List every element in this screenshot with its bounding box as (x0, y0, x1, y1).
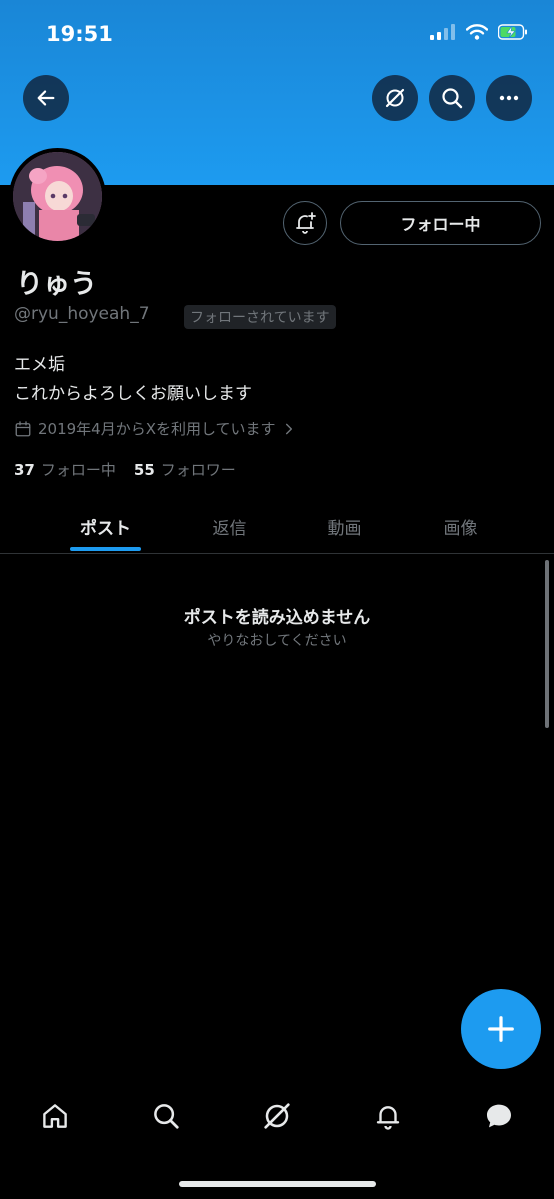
battery-charging-icon (498, 24, 527, 40)
profile-name: りゅう (16, 269, 97, 300)
profile-tabs: ポスト 返信 動画 画像 (0, 500, 554, 554)
followers-label: フォロワー (160, 461, 236, 479)
empty-state-title: ポストを読み込めません (183, 608, 371, 628)
nav-notifications[interactable] (358, 1086, 418, 1146)
follows-you-badge: フォローされています (184, 305, 336, 329)
avatar[interactable] (9, 148, 106, 245)
search-button[interactable] (429, 75, 475, 121)
arrow-left-icon (37, 90, 55, 106)
back-button[interactable] (23, 75, 69, 121)
search-icon (442, 88, 463, 109)
bell-icon (376, 1106, 399, 1130)
notify-button[interactable] (283, 201, 327, 245)
more-icon (499, 95, 519, 101)
tab-images[interactable]: 画像 (403, 500, 518, 553)
bio-line: これからよろしくお願いします (14, 384, 252, 404)
empty-state-subtitle: やりなおしてください (207, 633, 347, 649)
calendar-icon (15, 420, 31, 436)
profile-handle: @ryu_hoyeah_7 (14, 304, 150, 324)
home-icon (43, 1104, 68, 1128)
tab-active-indicator (70, 547, 141, 551)
following-button[interactable]: フォロー中 (340, 201, 541, 245)
followers-count: 55 (133, 461, 155, 479)
follow-stats: 37 フォロー中 55 フォロワー (14, 459, 236, 480)
grok-icon (385, 88, 405, 108)
chevron-right-icon (285, 423, 292, 434)
avatar-image (13, 152, 102, 241)
more-button[interactable] (486, 75, 532, 121)
tab-posts[interactable]: ポスト (48, 500, 163, 553)
chat-bubble-icon (486, 1104, 511, 1128)
nav-grok[interactable] (247, 1086, 307, 1146)
plus-icon (488, 1016, 514, 1042)
following-label: フォロー中 (40, 461, 116, 479)
scrollbar[interactable] (545, 560, 549, 728)
joined-info[interactable]: 2019年4月からXを利用しています (14, 418, 296, 439)
joined-text: 2019年4月からXを利用しています (38, 420, 276, 438)
compose-button[interactable] (461, 989, 541, 1069)
cellular-signal-icon (430, 24, 455, 40)
following-link[interactable]: 37 フォロー中 (14, 459, 116, 480)
followers-link[interactable]: 55 フォロワー (134, 459, 236, 480)
wifi-icon (466, 24, 488, 40)
bio-line: エメ垢 (14, 355, 65, 375)
status-icons (430, 24, 528, 40)
nav-search[interactable] (136, 1086, 196, 1146)
grok-icon (264, 1103, 290, 1129)
bottom-nav (0, 1084, 554, 1148)
nav-home[interactable] (25, 1086, 85, 1146)
search-icon (154, 1104, 179, 1129)
tab-videos[interactable]: 動画 (287, 500, 402, 553)
tab-replies[interactable]: 返信 (172, 500, 287, 553)
home-indicator[interactable] (179, 1181, 376, 1187)
status-time: 19:51 (46, 22, 113, 46)
grok-button[interactable] (372, 75, 418, 121)
following-count: 37 (14, 461, 35, 479)
nav-messages[interactable] (469, 1086, 529, 1146)
bell-plus-icon (296, 212, 316, 234)
